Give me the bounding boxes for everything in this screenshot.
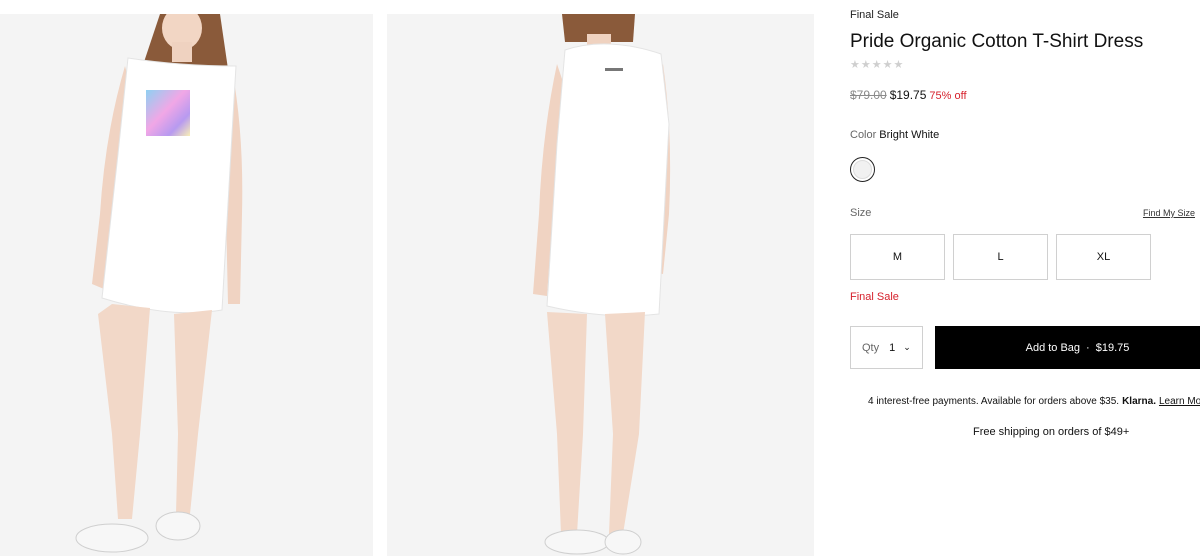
quantity-select[interactable]: Qty 1 ⌄	[850, 326, 923, 369]
color-swatch-fill	[853, 160, 872, 179]
free-shipping-message: Free shipping on orders of $49+	[973, 426, 1130, 438]
chevron-down-icon: ⌄	[903, 342, 911, 352]
size-option-xl[interactable]: XL	[1056, 234, 1151, 280]
klarna-message: 4 interest-free payments. Available for …	[868, 396, 1200, 407]
size-label: Size	[850, 207, 872, 219]
color-value: Bright White	[879, 129, 940, 141]
rating-stars[interactable]: ★★★★★	[850, 58, 904, 71]
color-label: Color	[850, 129, 877, 141]
klarna-text: 4 interest-free payments. Available for …	[868, 396, 1120, 407]
color-swatch-bright-white[interactable]	[850, 157, 875, 182]
model-back-illustration	[533, 14, 671, 555]
add-to-bag-button[interactable]: Add to Bag · $19.75	[935, 326, 1200, 369]
qty-value: 1	[889, 341, 896, 354]
add-to-bag-price: $19.75	[1095, 341, 1130, 354]
add-to-bag-label: Add to Bag	[1025, 341, 1081, 354]
size-option-m[interactable]: M	[850, 234, 945, 280]
product-image-back[interactable]	[387, 14, 814, 556]
klarna-logo: Klarna.	[1122, 396, 1156, 407]
price-row: $79.00 $19.75 75% off	[850, 88, 967, 102]
discount-label: 75% off	[929, 90, 967, 102]
product-title: Pride Organic Cotton T-Shirt Dress	[850, 31, 1144, 52]
original-price: $79.00	[850, 88, 887, 102]
size-option-l[interactable]: L	[953, 234, 1048, 280]
sale-price: $19.75	[889, 88, 927, 102]
add-to-bag-separator: ·	[1086, 341, 1090, 354]
find-my-size-link[interactable]: Find My Size	[1143, 208, 1195, 218]
final-sale-notice: Final Sale	[850, 291, 899, 303]
qty-label: Qty	[862, 341, 880, 354]
color-row: Color Bright White	[850, 129, 939, 141]
model-front-illustration	[75, 14, 243, 553]
product-details-panel: Final Sale Pride Organic Cotton T-Shirt …	[850, 0, 1200, 556]
klarna-learn-more-link[interactable]: Learn More	[1159, 396, 1200, 407]
product-image-front[interactable]	[0, 14, 373, 556]
final-sale-badge: Final Sale	[850, 9, 899, 21]
